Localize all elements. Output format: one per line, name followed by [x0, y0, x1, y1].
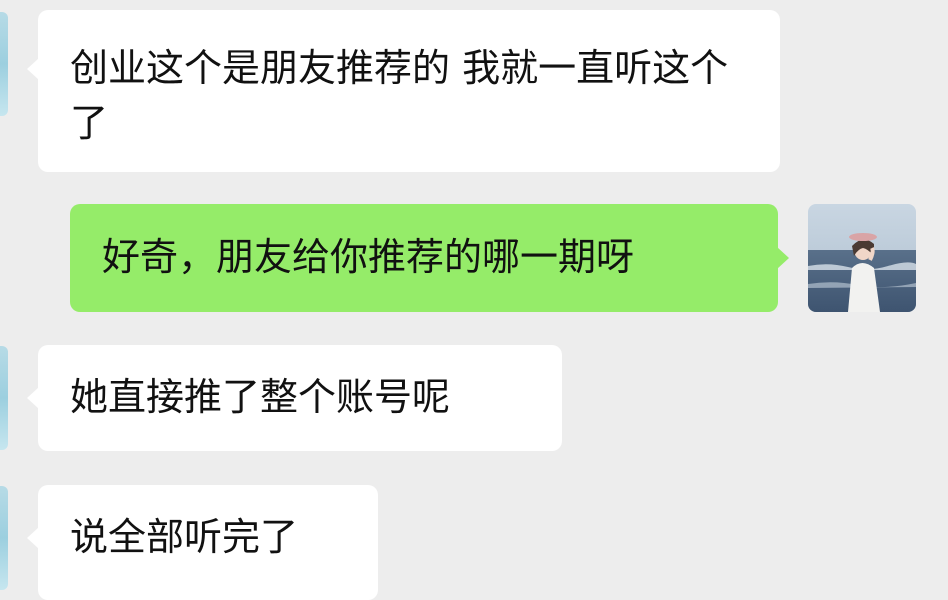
- message-bubble-received[interactable]: 创业这个是朋友推荐的 我就一直听这个了: [27, 10, 780, 172]
- contact-avatar[interactable]: [0, 12, 8, 116]
- message-text: 好奇，朋友给你推荐的哪一期呀: [102, 235, 635, 279]
- contact-avatar[interactable]: [0, 486, 8, 590]
- message-bubble-received[interactable]: 说全部听完了: [27, 485, 378, 600]
- user-avatar-photo-icon: [808, 204, 916, 312]
- contact-avatar[interactable]: [0, 346, 8, 450]
- message-bubble-sent[interactable]: 好奇，朋友给你推荐的哪一期呀: [70, 204, 789, 312]
- message-text: 创业这个是朋友推荐的 我就一直听这个了: [70, 46, 729, 145]
- message-text: 她直接推了整个账号呢: [70, 375, 451, 419]
- message-text: 说全部听完了: [70, 515, 299, 559]
- message-bubble-received[interactable]: 她直接推了整个账号呢: [27, 345, 562, 451]
- self-avatar[interactable]: [808, 204, 916, 312]
